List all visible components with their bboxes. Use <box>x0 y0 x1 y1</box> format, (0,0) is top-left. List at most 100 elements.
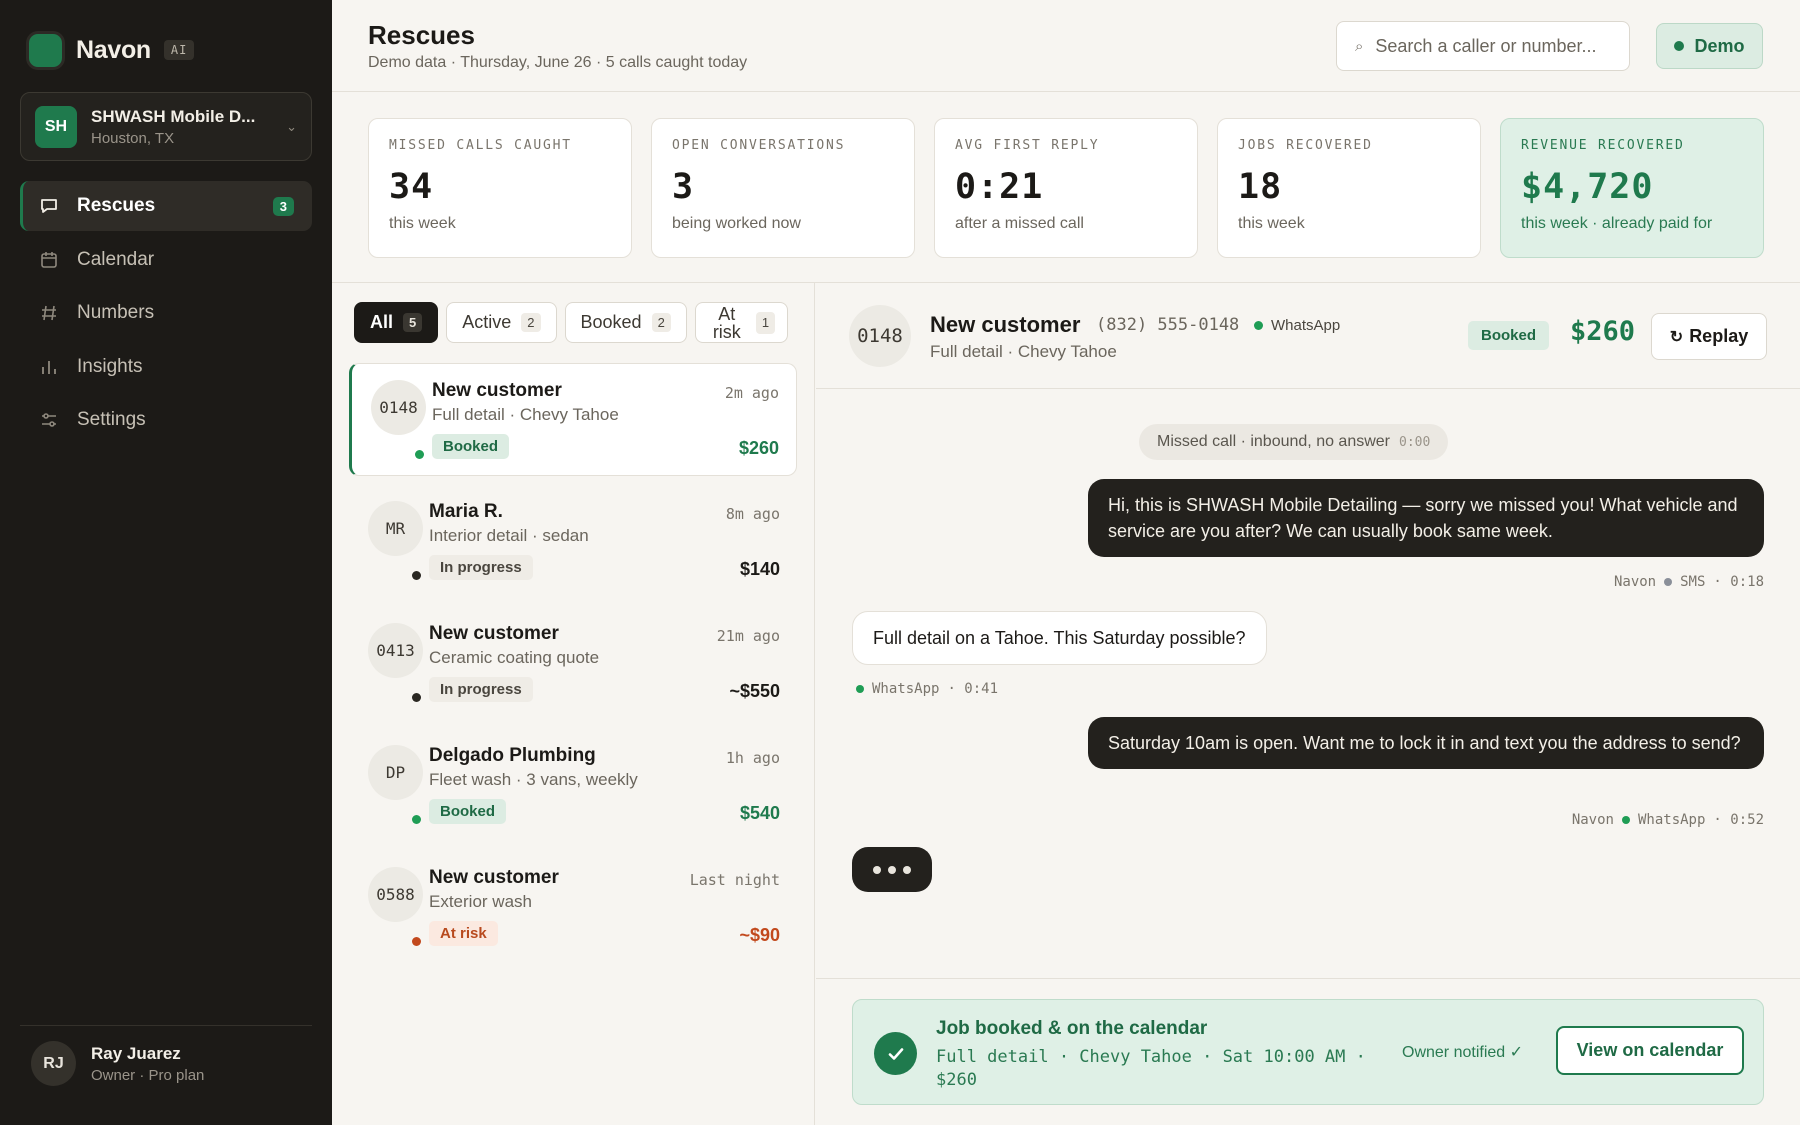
conversation-name: New customer <box>432 380 562 401</box>
sidebar-item-settings[interactable]: Settings <box>20 395 312 445</box>
stat-card-jobs-recovered: JOBS RECOVERED 18 this week <box>1217 118 1481 258</box>
stat-label: MISSED CALLS CAUGHT <box>389 138 572 153</box>
message-channel: WhatsApp <box>1637 812 1706 828</box>
message-channel: WhatsApp <box>872 681 940 697</box>
stat-card-missed-calls: MISSED CALLS CAUGHT 34 this week <box>368 118 632 258</box>
sidebar: Navon AI SH SHWASH Mobile D... Houston, … <box>0 0 332 1125</box>
list-item[interactable]: MR Maria R. Interior detail · sedan 8m a… <box>349 485 797 598</box>
filter-tab-booked[interactable]: Booked 2 <box>564 302 687 343</box>
status-dot-icon <box>412 937 421 946</box>
conversation-time: 21m ago <box>716 627 780 645</box>
rescues-count-badge: 3 <box>272 196 294 216</box>
sidebar-item-insights[interactable]: Insights <box>20 342 312 392</box>
conversation-name: Delgado Plumbing <box>429 745 596 766</box>
filter-tab-active[interactable]: Active 2 <box>446 302 557 343</box>
demo-mode-button[interactable]: Demo <box>1656 23 1763 69</box>
stat-label: AVG FIRST REPLY <box>955 138 1100 153</box>
stat-sub: being worked now <box>672 215 801 232</box>
whatsapp-dot-icon <box>1621 816 1630 824</box>
message-outbound: Hi, this is SHWASH Mobile Detailing — so… <box>1088 479 1764 557</box>
list-item[interactable]: DP Delgado Plumbing Fleet wash · 3 vans,… <box>349 729 797 842</box>
stat-value: 34 <box>389 167 434 207</box>
navon-logo <box>29 33 62 67</box>
user-role: Owner · Pro plan <box>91 1066 205 1084</box>
app-name: Navon <box>76 35 151 64</box>
status-dot-icon <box>1674 41 1685 51</box>
sidebar-nav: Rescues 3 Calendar Numbers Insights Sett… <box>20 181 312 449</box>
brand[interactable]: Navon AI <box>29 33 195 67</box>
sidebar-item-label: Calendar <box>77 248 155 270</box>
replay-label: Replay <box>1689 326 1749 346</box>
search-icon: ⌕ <box>1355 37 1364 55</box>
conversation-time: 1h ago <box>725 749 780 767</box>
avatar: 0148 <box>849 305 911 367</box>
message-sender: Navon <box>1613 574 1657 590</box>
stat-label: OPEN CONVERSATIONS <box>672 138 846 153</box>
filter-label: At risk <box>712 303 741 342</box>
status-badge: At risk <box>429 921 498 946</box>
list-item[interactable]: 0148 New customer Full detail · Chevy Ta… <box>349 363 797 476</box>
filter-tab-all[interactable]: All 5 <box>354 302 439 343</box>
status-badge: Booked <box>429 799 507 824</box>
message-text: Full detail on a Tahoe. This Saturday po… <box>873 628 1246 648</box>
page-title: Rescues <box>368 20 475 50</box>
user-name: Ray Juarez <box>91 1043 181 1063</box>
sidebar-item-label: Numbers <box>77 302 155 323</box>
workspace-avatar: SH <box>35 105 77 148</box>
search-box[interactable]: ⌕ <box>1336 21 1630 71</box>
filter-count: 1 <box>755 311 776 334</box>
ai-badge: AI <box>163 40 195 60</box>
channel-indicator: WhatsApp <box>1254 317 1340 334</box>
status-badge: In progress <box>429 555 533 580</box>
status-dot-icon <box>412 571 421 580</box>
caller-detail: Full detail · Chevy Tahoe <box>930 342 1117 361</box>
message-time: · 0:52 <box>1713 812 1764 828</box>
message-text: Hi, this is SHWASH Mobile Detailing — so… <box>1108 495 1738 541</box>
stats-row: MISSED CALLS CAUGHT 34 this week OPEN CO… <box>368 118 1764 258</box>
chevron-down-icon: ⌄ <box>286 118 297 134</box>
sliders-icon <box>38 409 60 431</box>
message-meta: Navon WhatsApp · 0:52 <box>1572 812 1764 828</box>
message-time: · 0:18 <box>1713 574 1764 590</box>
list-item[interactable]: 0413 New customer Ceramic coating quote … <box>349 607 797 720</box>
conversation-amount: $260 <box>738 438 779 458</box>
confirmation-title: Job booked & on the calendar <box>936 1018 1208 1039</box>
status-badge: Booked <box>1468 321 1550 350</box>
filter-count: 5 <box>403 313 423 332</box>
sidebar-item-rescues[interactable]: Rescues 3 <box>20 181 312 231</box>
list-item[interactable]: 0588 New customer Exterior wash Last nig… <box>349 851 797 964</box>
stat-card-revenue-recovered: REVENUE RECOVERED $4,720 this week · alr… <box>1500 118 1764 258</box>
sidebar-item-numbers[interactable]: Numbers <box>20 288 312 338</box>
stat-label: JOBS RECOVERED <box>1238 138 1373 153</box>
stat-value: 3 <box>672 167 695 207</box>
conversation-time: Last night <box>689 871 780 889</box>
stat-value: $4,720 <box>1521 167 1654 207</box>
typing-indicator <box>852 847 932 892</box>
conversation-name: New customer <box>429 867 559 888</box>
sidebar-item-calendar[interactable]: Calendar <box>20 235 312 285</box>
job-amount: $260 <box>1570 316 1636 347</box>
sidebar-item-label: Insights <box>77 355 143 377</box>
replay-icon: ↻ <box>1669 328 1684 346</box>
chat-bubble-icon <box>38 195 60 217</box>
status-badge: Booked <box>432 434 510 459</box>
sidebar-item-label: Settings <box>77 409 146 430</box>
replay-button[interactable]: ↻ Replay <box>1651 313 1767 360</box>
conversation-detail: Fleet wash · 3 vans, weekly <box>429 770 638 789</box>
filter-label: All <box>370 312 394 332</box>
conversation-amount: $540 <box>739 803 780 823</box>
page-header: Rescues Demo data · Thursday, June 26 · … <box>332 0 1800 92</box>
system-message-time: 0:00 <box>1399 434 1431 450</box>
filter-tab-at-risk[interactable]: At risk 1 <box>694 302 789 343</box>
search-input[interactable] <box>1375 35 1611 57</box>
user-profile[interactable]: RJ Ray Juarez Owner · Pro plan <box>31 1041 204 1086</box>
message-meta: Navon SMS · 0:18 <box>1614 574 1764 590</box>
view-on-calendar-button[interactable]: View on calendar <box>1556 1026 1744 1075</box>
message-inbound: Full detail on a Tahoe. This Saturday po… <box>852 611 1267 665</box>
workspace-switcher[interactable]: SH SHWASH Mobile D... Houston, TX ⌄ <box>20 92 312 161</box>
status-dot-icon <box>412 693 421 702</box>
stat-label: REVENUE RECOVERED <box>1521 138 1685 153</box>
message-meta: WhatsApp · 0:41 <box>856 681 998 697</box>
booking-confirmation: Job booked & on the calendar Full detail… <box>852 999 1764 1105</box>
bar-chart-icon <box>38 356 60 378</box>
